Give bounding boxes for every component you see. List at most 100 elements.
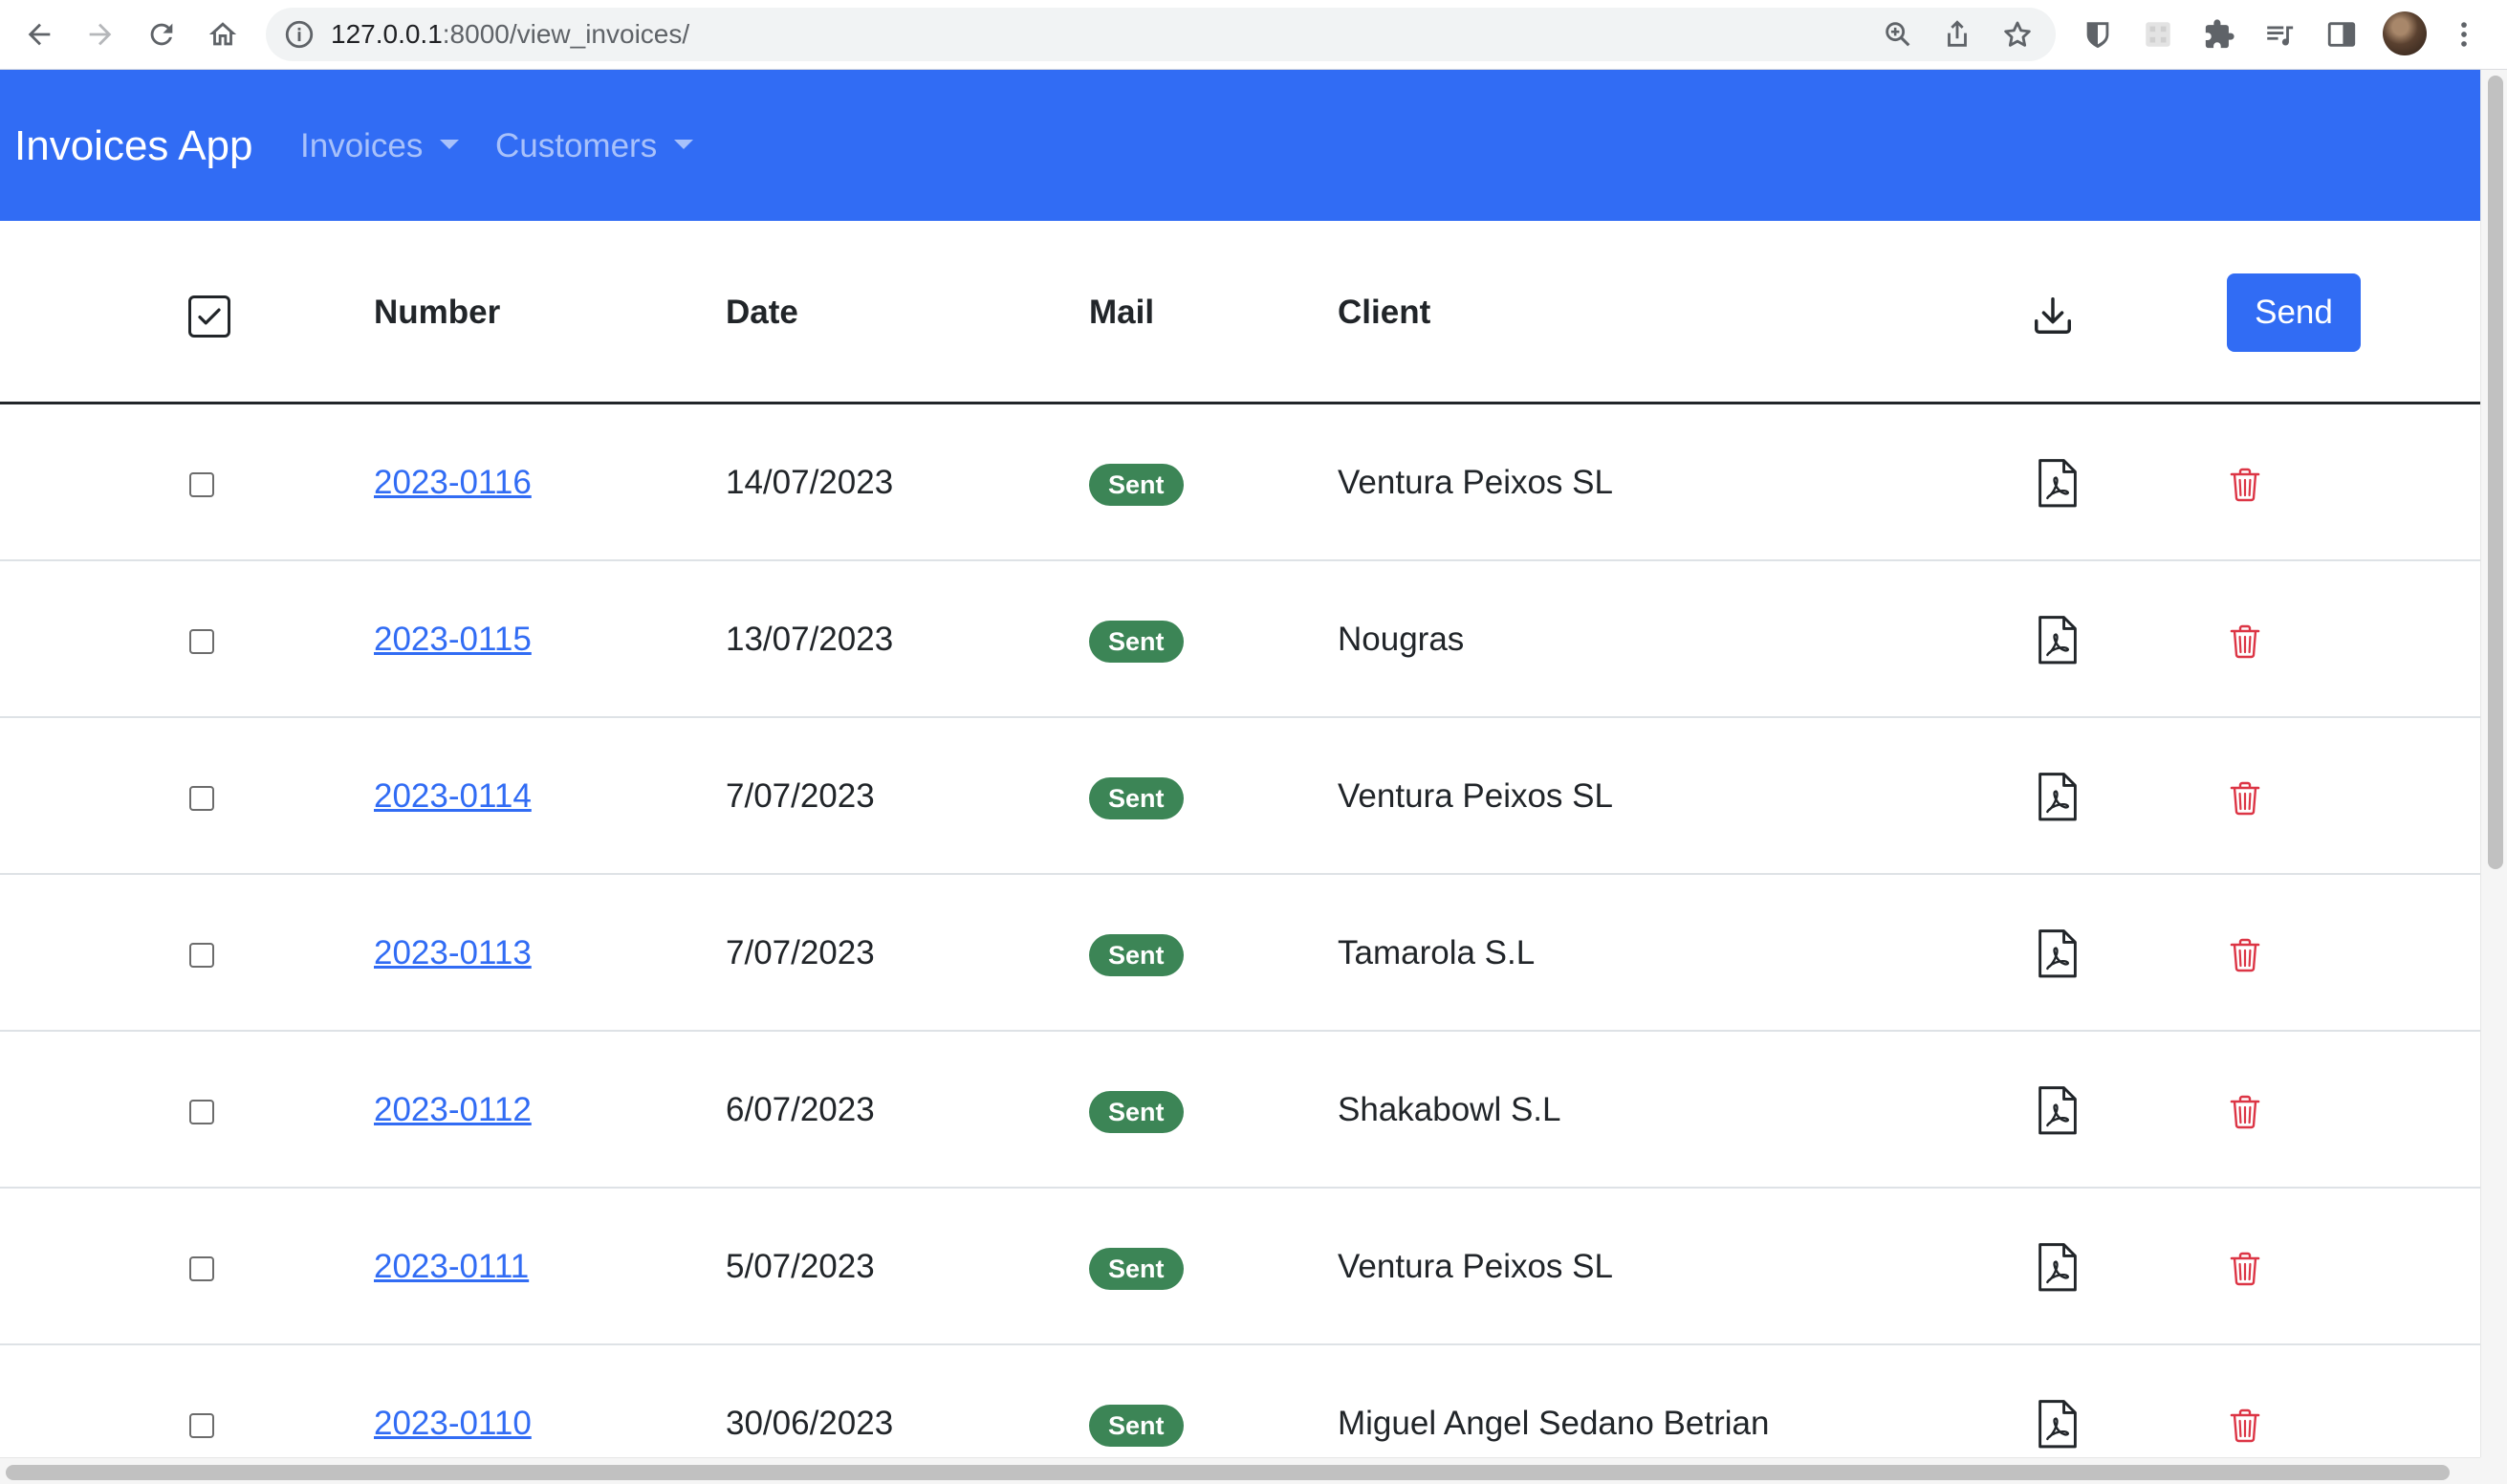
mail-status-badge: Sent [1089,1091,1184,1133]
customers-dropdown-label: Customers [495,127,658,164]
mail-status-badge: Sent [1089,464,1184,506]
row-checkbox[interactable] [189,629,214,654]
vertical-scrollbar[interactable] [2480,70,2507,1484]
trash-icon[interactable] [2230,1408,2260,1443]
extension-icon [2146,22,2170,47]
trash-icon[interactable] [2230,1252,2260,1286]
home-button[interactable] [198,10,248,59]
pdf-file-icon[interactable] [2038,1242,2078,1292]
row-checkbox[interactable] [189,1100,214,1124]
trash-icon[interactable] [2230,938,2260,972]
table-row: 2023-0115 13/07/2023 Sent Nougras [0,561,2480,718]
url-text[interactable]: 127.0.0.1:8000/view_invoices/ [331,8,689,61]
column-header-date[interactable]: Date [726,221,798,404]
profile-avatar[interactable] [2383,11,2427,55]
brand-logo-link[interactable]: Invoices App [14,70,253,223]
pdf-file-icon[interactable] [2038,1085,2078,1135]
download-icon[interactable] [2029,294,2077,338]
browser-toolbar: 127.0.0.1:8000/view_invoices/ [0,0,2507,70]
site-info-icon[interactable] [283,18,316,51]
extensions-menu-button[interactable] [2201,16,2237,53]
home-icon [208,22,237,46]
client-name: Ventura Peixos SL [1338,777,1613,815]
invoice-number-link[interactable]: 2023-0114 [374,718,532,875]
trash-icon[interactable] [2230,1095,2260,1129]
vertical-scrollbar-thumb[interactable] [2488,76,2503,869]
kebab-menu-icon [2461,22,2467,47]
mail-status-badge: Sent [1089,934,1184,976]
client-name: Ventura Peixos SL [1338,1248,1613,1285]
row-checkbox[interactable] [189,472,214,497]
trash-icon[interactable] [2230,781,2260,816]
table-body: 2023-0116 14/07/2023 Sent Ventura Peixos SL… [0,404,2480,1484]
address-bar[interactable]: 127.0.0.1:8000/view_invoices/ [266,8,2056,61]
pdf-file-icon[interactable] [2038,772,2078,821]
table-row: 2023-0116 14/07/2023 Sent Ventura Peixos SL [0,404,2480,561]
customers-dropdown[interactable]: Customers [495,70,694,223]
horizontal-scrollbar-thumb[interactable] [6,1465,2450,1480]
bookmark-star-icon[interactable] [2001,18,2034,51]
column-header-number[interactable]: Number [374,221,500,404]
url-host: 127.0.0.1 [331,19,443,49]
forward-icon [89,23,112,46]
invoice-date: 7/07/2023 [726,777,875,815]
back-button[interactable] [14,10,64,59]
table-row: 2023-0112 6/07/2023 Sent Shakabowl S.L [0,1032,2480,1189]
invoice-date: 6/07/2023 [726,1091,875,1128]
pdf-file-icon[interactable] [2038,615,2078,665]
invoice-number-link[interactable]: 2023-0116 [374,404,532,561]
invoice-date: 13/07/2023 [726,621,894,658]
client-name: Shakabowl S.L [1338,1091,1561,1128]
row-checkbox[interactable] [189,943,214,968]
trash-icon[interactable] [2230,624,2260,659]
zoom-icon[interactable] [1882,18,1914,51]
bitwarden-icon [2086,22,2109,49]
checkmark-icon [198,308,221,325]
send-button[interactable]: Send [2227,273,2361,352]
select-all-checkbox[interactable] [188,295,230,338]
client-name: Ventura Peixos SL [1338,464,1613,501]
puzzle-extensions-icon [2205,19,2234,49]
caret-down-icon [440,139,460,149]
row-checkbox[interactable] [189,786,214,811]
invoice-number-link[interactable]: 2023-0113 [374,875,532,1032]
table-row: 2023-0113 7/07/2023 Sent Tamarola S.L [0,875,2480,1032]
caret-down-icon [674,139,694,149]
media-control-icon [2267,26,2294,46]
client-name: Tamarola S.L [1338,934,1536,971]
url-path: :8000/view_invoices/ [442,19,690,49]
invoice-number-link[interactable]: 2023-0115 [374,561,532,718]
column-header-client[interactable]: Client [1338,221,1430,404]
app-navbar: Invoices App Invoices Customers [0,70,2480,221]
invoices-dropdown[interactable]: Invoices [300,70,460,223]
table-row: 2023-0114 7/07/2023 Sent Ventura Peixos SL [0,718,2480,875]
pdf-file-icon[interactable] [2038,1399,2078,1449]
share-icon[interactable] [1941,18,1973,51]
scrollbar-corner [2480,1457,2507,1484]
invoice-number-link[interactable]: 2023-0112 [374,1032,532,1189]
horizontal-scrollbar[interactable] [0,1457,2480,1484]
forward-button[interactable] [76,10,125,59]
pdf-file-icon[interactable] [2038,458,2078,508]
invoices-table: Number Date Mail Client Send 2023-0116 14… [0,221,2480,1484]
invoice-date: 14/07/2023 [726,464,894,501]
reload-button[interactable] [137,10,186,59]
row-checkbox[interactable] [189,1256,214,1281]
back-icon [28,23,51,46]
column-header-mail[interactable]: Mail [1089,221,1154,404]
client-name: Nougras [1338,621,1465,658]
bitwarden-extension-button[interactable] [2080,16,2116,53]
side-panel-icon [2327,22,2356,47]
side-panel-button[interactable] [2323,16,2360,53]
pdf-file-icon[interactable] [2038,928,2078,978]
media-control-button[interactable] [2261,16,2298,53]
browser-menu-button[interactable] [2446,16,2482,53]
mail-status-badge: Sent [1089,621,1184,663]
trash-icon[interactable] [2230,468,2260,502]
invoice-number-link[interactable]: 2023-0111 [374,1189,529,1345]
mail-status-badge: Sent [1089,1248,1184,1290]
row-checkbox[interactable] [189,1413,214,1438]
extension-button[interactable] [2140,16,2176,53]
invoice-date: 5/07/2023 [726,1248,875,1285]
invoice-date: 7/07/2023 [726,934,875,971]
